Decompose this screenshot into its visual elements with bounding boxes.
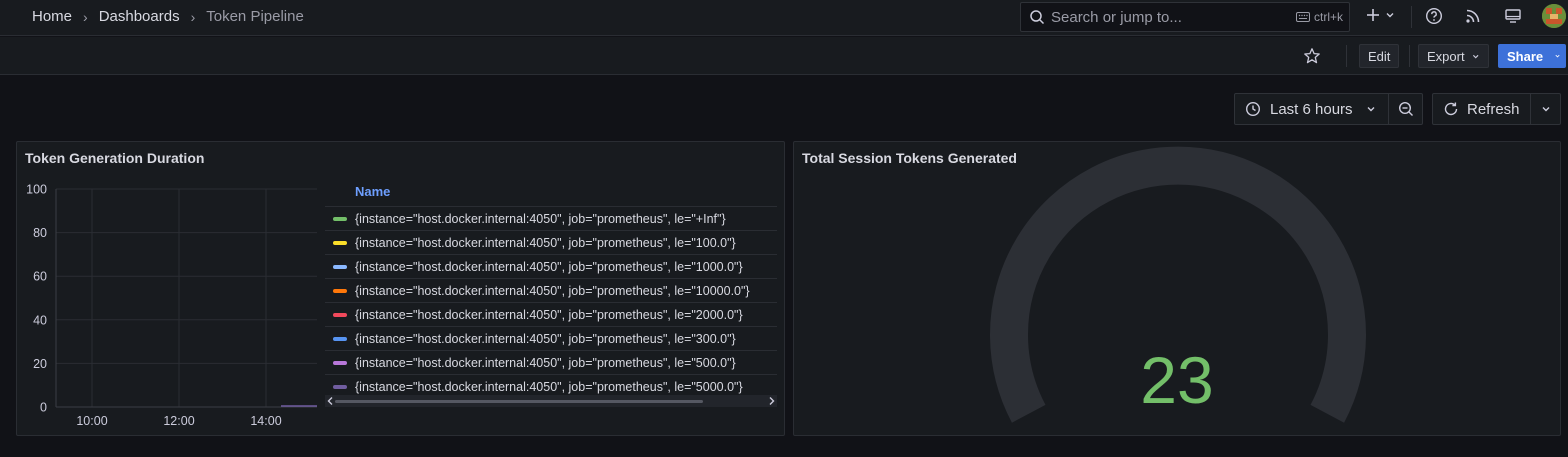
export-label: Export <box>1427 48 1465 64</box>
news-button[interactable] <box>1464 7 1482 25</box>
chevron-left-icon[interactable] <box>326 396 334 406</box>
divider <box>1409 45 1410 67</box>
legend-label: {instance="host.docker.internal:4050", j… <box>355 283 750 298</box>
favorite-button[interactable] <box>1303 47 1321 65</box>
divider <box>1411 6 1412 28</box>
chevron-down-icon <box>1386 13 1394 18</box>
legend-color-swatch <box>333 384 347 389</box>
keyboard-icon <box>1295 12 1310 22</box>
star-icon <box>1304 48 1320 64</box>
export-button[interactable]: Export <box>1418 44 1489 68</box>
y-tick-label: 40 <box>33 313 47 327</box>
breadcrumb-current-dashboard: Token Pipeline <box>206 8 304 25</box>
token-generation-duration-panel: Token Generation Duration 0 20 40 60 80 100 10… <box>16 141 785 436</box>
shortcut-label: ctrl+k <box>1313 10 1343 24</box>
legend-color-swatch <box>333 216 347 221</box>
gauge-value: 23 <box>1140 343 1214 417</box>
y-tick-label: 20 <box>33 357 47 371</box>
legend-color-swatch <box>333 288 347 293</box>
y-tick-label: 100 <box>26 183 47 197</box>
legend-item[interactable]: {instance="host.docker.internal:4050", j… <box>325 206 777 230</box>
chevron-right-icon[interactable] <box>768 396 776 406</box>
legend-label: {instance="host.docker.internal:4050", j… <box>355 307 743 322</box>
breadcrumb: Home › Dashboards › Token Pipeline <box>32 8 304 25</box>
time-range-picker[interactable]: Last 6 hours <box>1234 93 1389 125</box>
zoom-out-icon <box>1398 101 1413 116</box>
breadcrumb-home[interactable]: Home <box>32 8 72 25</box>
time-range-label: Last 6 hours <box>1270 100 1353 118</box>
legend-header-name[interactable]: Name <box>325 180 777 206</box>
refresh-label: Refresh <box>1467 100 1520 118</box>
x-tick-label: 10:00 <box>76 414 107 428</box>
plus-icon <box>1367 9 1379 21</box>
share-options-button[interactable] <box>1549 44 1566 68</box>
edit-button[interactable]: Edit <box>1359 44 1400 68</box>
legend-label: {instance="host.docker.internal:4050", j… <box>355 379 743 394</box>
refresh-icon <box>1444 102 1458 116</box>
share-button[interactable]: Share <box>1498 44 1553 68</box>
legend-color-swatch <box>333 264 347 269</box>
user-avatar-icon <box>1542 4 1566 28</box>
search-bar[interactable]: Search or jump to... ctrl+k <box>1020 2 1350 32</box>
breadcrumb-separator: › <box>190 8 196 25</box>
legend-color-swatch <box>333 312 347 317</box>
divider <box>1346 45 1347 67</box>
search-icon <box>1030 10 1045 25</box>
legend-horizontal-scrollbar[interactable] <box>325 395 777 407</box>
y-tick-label: 0 <box>40 401 47 415</box>
legend-item[interactable]: {instance="host.docker.internal:4050", j… <box>325 278 777 302</box>
legend-item[interactable]: {instance="host.docker.internal:4050", j… <box>325 254 777 278</box>
legend-item[interactable]: {instance="host.docker.internal:4050", j… <box>325 230 777 254</box>
legend-label: {instance="host.docker.internal:4050", j… <box>355 235 736 250</box>
breadcrumb-dashboards[interactable]: Dashboards <box>99 8 180 25</box>
x-tick-label: 14:00 <box>250 414 281 428</box>
legend-color-swatch <box>333 240 347 245</box>
legend-item[interactable]: {instance="host.docker.internal:4050", j… <box>325 326 777 350</box>
top-nav-bar: Home › Dashboards › Token Pipeline Searc… <box>0 0 1568 36</box>
refresh-button[interactable]: Refresh <box>1432 93 1531 125</box>
chevron-down-icon <box>1367 107 1375 112</box>
zoom-out-button[interactable] <box>1388 93 1423 125</box>
rss-icon <box>1466 9 1480 23</box>
monitor-icon <box>1505 9 1521 23</box>
refresh-interval-picker[interactable] <box>1530 93 1561 125</box>
help-button[interactable] <box>1425 7 1443 25</box>
legend-label: {instance="host.docker.internal:4050", j… <box>355 355 736 370</box>
legend-color-swatch <box>333 360 347 365</box>
y-tick-label: 80 <box>33 226 47 240</box>
legend-item[interactable]: {instance="host.docker.internal:4050", j… <box>325 350 777 374</box>
x-tick-label: 12:00 <box>163 414 194 428</box>
legend-item[interactable]: {instance="host.docker.internal:4050", j… <box>325 302 777 326</box>
total-session-tokens-panel: Total Session Tokens Generated 23 <box>793 141 1561 436</box>
share-label: Share <box>1507 48 1544 64</box>
legend-label: {instance="host.docker.internal:4050", j… <box>355 211 726 226</box>
kiosk-mode-button[interactable] <box>1504 7 1522 25</box>
dashboard-toolbar: Edit Export Share <box>0 37 1568 75</box>
y-tick-label: 60 <box>33 270 47 284</box>
legend-color-swatch <box>333 336 347 341</box>
scrollbar-thumb[interactable] <box>335 400 703 403</box>
breadcrumb-separator: › <box>83 8 88 25</box>
chevron-down-icon <box>1555 54 1560 58</box>
chevron-down-icon <box>1472 54 1479 58</box>
new-menu-button[interactable] <box>1365 7 1396 23</box>
search-input[interactable]: Search or jump to... <box>1051 9 1296 26</box>
time-series-chart: 0 20 40 60 80 100 10:00 12:00 14:00 <box>26 183 317 428</box>
keyboard-shortcut-hint: ctrl+k <box>1295 10 1343 24</box>
legend-rows: {instance="host.docker.internal:4050", j… <box>325 206 777 398</box>
legend-label: {instance="host.docker.internal:4050", j… <box>355 259 743 274</box>
help-icon <box>1425 7 1443 25</box>
clock-icon <box>1245 101 1261 117</box>
avatar[interactable] <box>1542 4 1566 28</box>
edit-label: Edit <box>1368 48 1391 64</box>
legend-label: {instance="host.docker.internal:4050", j… <box>355 331 736 346</box>
chevron-down-icon <box>1542 107 1549 112</box>
chart-legend: Name {instance="host.docker.internal:405… <box>325 180 777 410</box>
